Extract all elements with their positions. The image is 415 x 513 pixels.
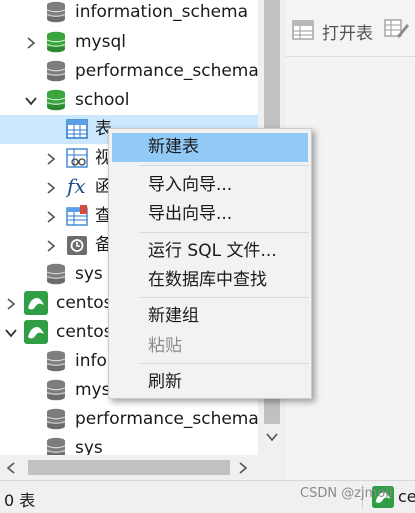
tree-item-label: sys bbox=[75, 264, 103, 284]
tree-item-label: performance_schema bbox=[75, 61, 258, 81]
context-menu[interactable]: 新建表 导入向导... 导出向导... 运行 SQL 文件... 在数据库中查找… bbox=[108, 128, 312, 399]
menu-item-find-in-database[interactable]: 在数据库中查找 bbox=[112, 266, 308, 295]
tree-item-performance-schema-2[interactable]: performance_schema bbox=[0, 405, 258, 434]
view-icon bbox=[66, 148, 88, 168]
tree-item-label: mysql bbox=[75, 32, 126, 52]
status-connection-label: ce bbox=[398, 487, 415, 506]
design-table-icon[interactable] bbox=[384, 18, 410, 40]
table-icon bbox=[292, 20, 314, 40]
horizontal-scrollbar-thumb[interactable] bbox=[28, 460, 230, 475]
tree-item-performance-schema[interactable]: performance_schema bbox=[0, 57, 258, 86]
tree-item-label: information_schema bbox=[75, 2, 249, 22]
chevron-down-icon[interactable] bbox=[4, 326, 18, 340]
chevron-right-icon[interactable] bbox=[44, 152, 58, 166]
database-icon bbox=[46, 1, 66, 23]
table-icon bbox=[66, 119, 88, 139]
tree-item-school[interactable]: school bbox=[0, 86, 258, 115]
menu-item-run-sql-file[interactable]: 运行 SQL 文件... bbox=[112, 237, 308, 266]
chevron-down-icon[interactable] bbox=[24, 94, 38, 108]
tree-item-label: centos bbox=[56, 293, 113, 313]
menu-item-new-group[interactable]: 新建组 bbox=[112, 302, 308, 331]
open-table-label: 打开表 bbox=[322, 24, 373, 44]
menu-item-import-wizard[interactable]: 导入向导... bbox=[112, 171, 308, 200]
query-icon bbox=[66, 205, 88, 226]
menu-item-refresh[interactable]: 刷新 bbox=[112, 368, 308, 397]
database-icon bbox=[46, 437, 66, 455]
mysql-connection-icon bbox=[24, 320, 48, 344]
chevron-right-icon[interactable] bbox=[4, 297, 18, 311]
tree-item-sys-2[interactable]: sys bbox=[0, 434, 258, 455]
database-icon bbox=[46, 60, 66, 82]
tree-item-label: centos bbox=[56, 322, 113, 342]
tree-item-label: performance_schema bbox=[75, 409, 258, 429]
tree-item-label: sys bbox=[75, 438, 103, 455]
menu-item-new-table[interactable]: 新建表 bbox=[112, 133, 308, 162]
database-icon bbox=[46, 350, 66, 372]
menu-item-label: 粘贴 bbox=[148, 336, 182, 356]
scroll-down-icon[interactable] bbox=[266, 432, 278, 442]
menu-separator bbox=[139, 363, 309, 364]
database-icon bbox=[46, 408, 66, 430]
tree-item-mysql[interactable]: mysql bbox=[0, 28, 258, 57]
chevron-right-icon[interactable] bbox=[44, 210, 58, 224]
scrollbar-corner bbox=[258, 455, 286, 480]
mysql-connection-icon bbox=[24, 291, 48, 315]
tree-item-label: school bbox=[75, 90, 130, 110]
menu-item-label: 在数据库中查找 bbox=[148, 270, 267, 290]
watermark: CSDN @zjmoli bbox=[300, 486, 393, 501]
menu-item-paste: 粘贴 bbox=[112, 332, 308, 361]
function-icon: fx bbox=[67, 174, 86, 198]
menu-item-label: 运行 SQL 文件... bbox=[148, 241, 277, 261]
menu-item-label: 导入向导... bbox=[148, 175, 233, 195]
chevron-right-icon[interactable] bbox=[24, 36, 38, 50]
database-icon bbox=[46, 263, 66, 285]
tree-item-information-schema[interactable]: information_schema bbox=[0, 0, 258, 27]
menu-item-label: 新建组 bbox=[148, 306, 199, 326]
database-green-icon bbox=[46, 31, 66, 53]
menu-separator bbox=[139, 297, 309, 298]
object-toolbar: 打开表 bbox=[286, 0, 415, 57]
menu-item-label: 刷新 bbox=[148, 372, 182, 392]
database-green-icon bbox=[46, 89, 66, 111]
status-table-count: 0 表 bbox=[4, 491, 36, 510]
scroll-right-icon[interactable] bbox=[238, 462, 248, 474]
database-icon bbox=[46, 379, 66, 401]
chevron-right-icon[interactable] bbox=[44, 239, 58, 253]
chevron-right-icon[interactable] bbox=[44, 181, 58, 195]
menu-item-label: 导出向导... bbox=[148, 204, 233, 224]
horizontal-scrollbar[interactable] bbox=[0, 455, 258, 480]
scroll-left-icon[interactable] bbox=[6, 462, 16, 474]
menu-separator bbox=[139, 165, 309, 166]
backup-icon bbox=[67, 236, 87, 255]
menu-item-label: 新建表 bbox=[148, 137, 199, 157]
menu-separator bbox=[139, 232, 309, 233]
menu-item-export-wizard[interactable]: 导出向导... bbox=[112, 200, 308, 229]
